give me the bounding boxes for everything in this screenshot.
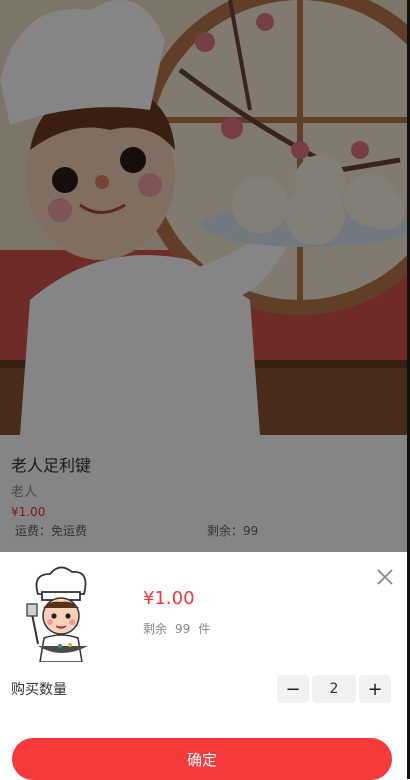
sheet-price: ¥1.00: [143, 588, 195, 609]
quantity-value[interactable]: 2: [312, 675, 356, 703]
sheet-stock: 剩余 99 件: [143, 620, 218, 637]
quantity-label: 购买数量: [11, 682, 67, 698]
quantity-stepper: − 2 +: [277, 675, 392, 703]
sku-bottom-sheet: ¥1.00 剩余 99 件 购买数量 − 2 + 确定: [0, 552, 410, 780]
close-icon[interactable]: [376, 568, 394, 586]
product-thumbnail: [20, 564, 102, 663]
confirm-button[interactable]: 确定: [12, 738, 392, 780]
increment-button[interactable]: +: [359, 675, 391, 703]
stock-value: 99: [175, 622, 191, 636]
modal-backdrop[interactable]: [0, 0, 410, 552]
stock-label: 剩余: [143, 622, 168, 636]
decrement-button[interactable]: −: [277, 675, 309, 703]
stock-unit: 件: [198, 622, 211, 636]
